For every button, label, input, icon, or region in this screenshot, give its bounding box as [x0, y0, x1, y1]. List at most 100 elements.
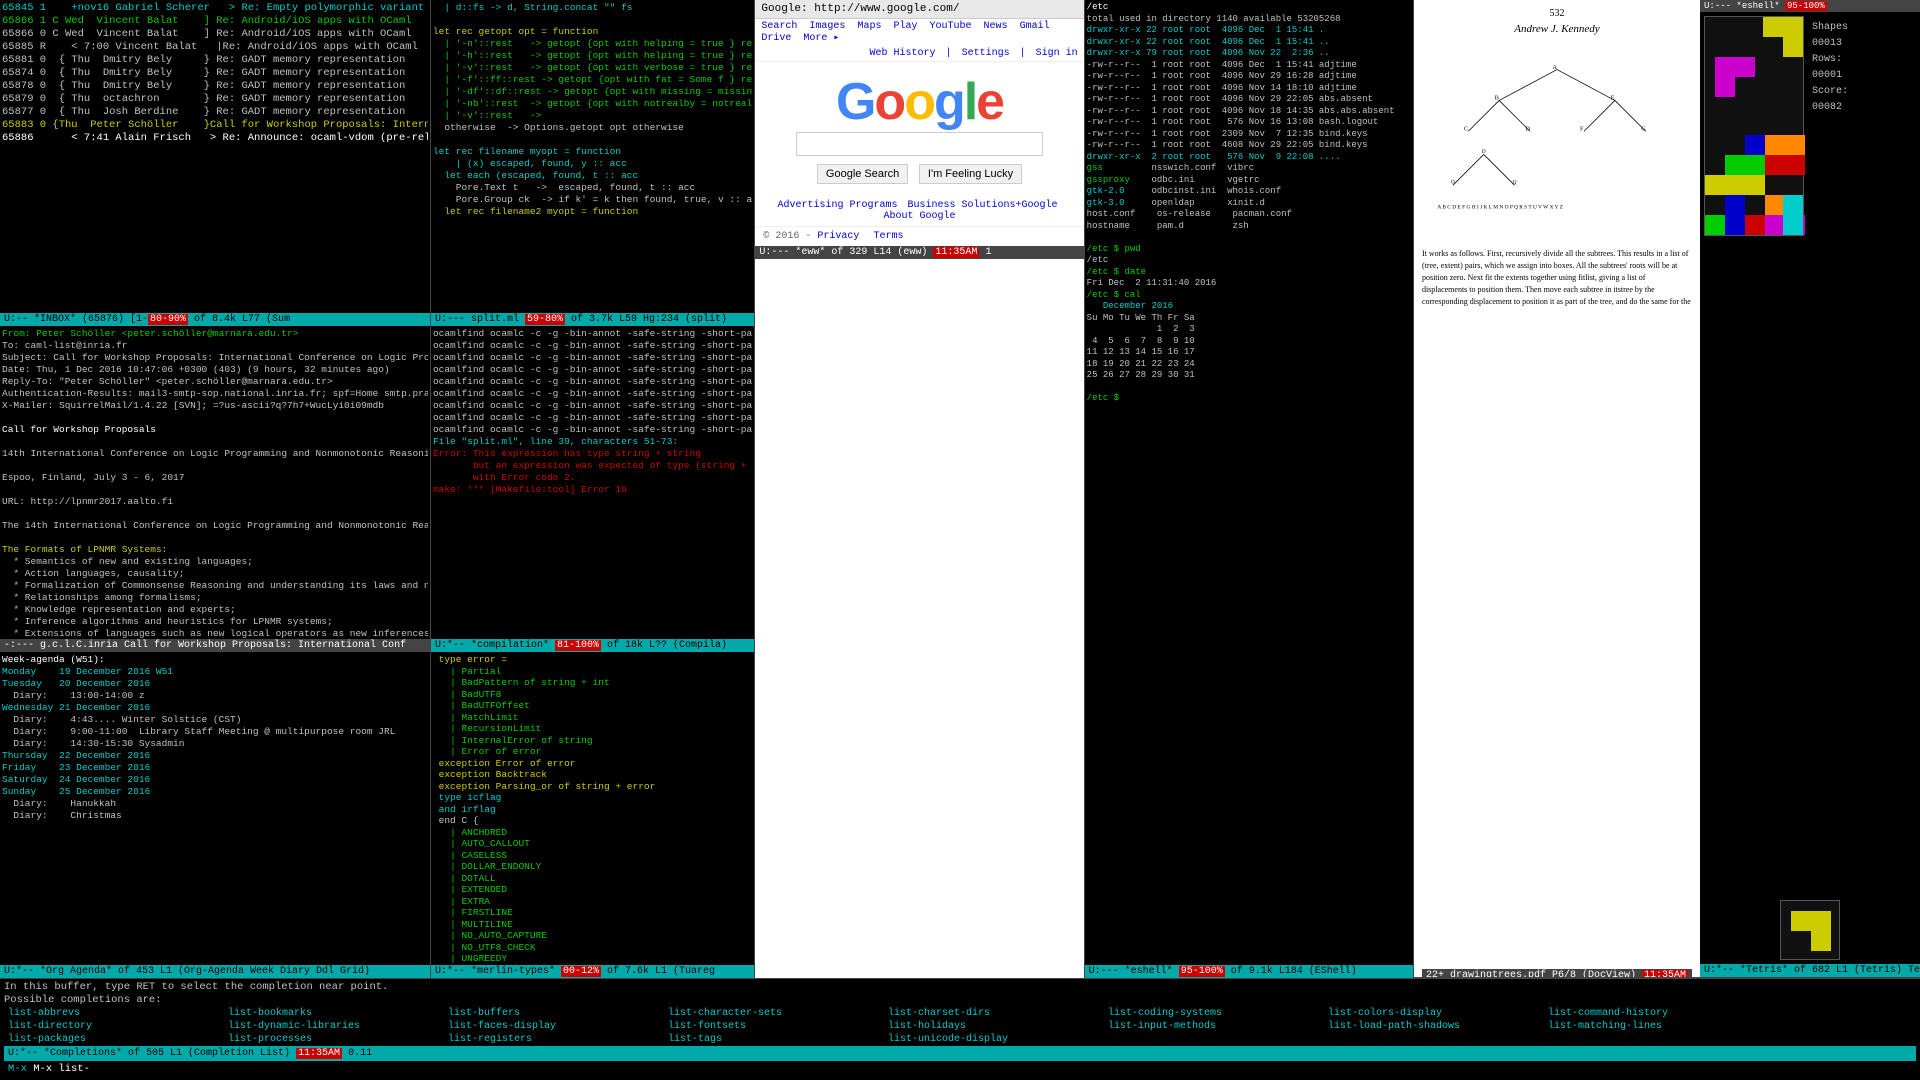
completion-list-command-history[interactable]: list-command-history: [1544, 1007, 1764, 1020]
google-nav-images[interactable]: Images: [809, 21, 845, 32]
google-nav-gmail[interactable]: Gmail: [1020, 21, 1050, 32]
completion-empty1: [1104, 1033, 1324, 1046]
google-nav-news[interactable]: News: [984, 21, 1008, 32]
completion-list-tags[interactable]: list-tags: [664, 1033, 884, 1046]
completion-list-unicode-display[interactable]: list-unicode-display: [884, 1033, 1104, 1046]
top-right: 532 Andrew J. Kennedy A B E C: [1414, 0, 1920, 978]
minibuffer: M-x M-x list-: [4, 1061, 1916, 1078]
completion-list-input-methods[interactable]: list-input-methods: [1104, 1020, 1324, 1033]
completion-list-abbrevs[interactable]: list-abbrevs: [4, 1007, 224, 1020]
panel-files: /etc total used in directory 1140 availa…: [1085, 0, 1414, 978]
tetris-rows-label: Rows:: [1812, 52, 1848, 68]
docview-time: 11:35AM: [1642, 970, 1688, 977]
tetris-top-status: U:--- *eshell* 95-100%: [1700, 0, 1920, 12]
email-status-text: U:-- *INBOX* (65876) [1-: [4, 314, 148, 325]
docview-status: 22+ drawingtrees.pdf P6/8 (DocView) 11:3…: [1422, 969, 1692, 977]
completion-list-holidays[interactable]: list-holidays: [884, 1020, 1104, 1033]
google-signin[interactable]: Sign in: [1036, 48, 1078, 59]
google-search-button[interactable]: Google Search: [817, 164, 908, 184]
tetris-block-7: [1745, 215, 1765, 235]
google-lucky-button[interactable]: I'm Feeling Lucky: [919, 164, 1022, 184]
completion-list-coding-systems[interactable]: list-coding-systems: [1104, 1007, 1324, 1020]
completion-list-faces-display[interactable]: list-faces-display: [444, 1020, 664, 1033]
tetris-block-6: [1725, 195, 1745, 235]
google-nav-drive[interactable]: Drive: [761, 33, 791, 44]
google-terms-link[interactable]: Terms: [873, 231, 903, 242]
google-nav-play[interactable]: Play: [893, 21, 917, 32]
tetris-block-12: [1725, 155, 1765, 175]
email-pct: 80-90%: [148, 314, 188, 325]
completion-list-fontsets[interactable]: list-fontsets: [664, 1020, 884, 1033]
bottom-area: In this buffer, type RET to select the c…: [0, 978, 1920, 1080]
completion-list-registers[interactable]: list-registers: [444, 1033, 664, 1046]
google-ad-links: Advertising Programs Business Solutions+…: [755, 196, 1083, 226]
completions-status-bar: U:*-- *Completions* of 505 L1 (Completio…: [4, 1046, 1916, 1061]
tetris-stats: Shapes 00013 Rows: 00001 Score: 00082: [1804, 16, 1856, 892]
svg-text:A B C D E F G H I J K L M N O: A B C D E F G H I J K L M N O P Q R S T …: [1437, 204, 1562, 210]
google-nav-more[interactable]: More ▸: [803, 33, 839, 44]
completion-empty3: [1544, 1033, 1764, 1046]
completion-list-load-path-shadows[interactable]: list-load-path-shadows: [1324, 1020, 1544, 1033]
compilation-content: ocamlfind ocamlc -c -g -bin-annot -safe-…: [431, 326, 754, 639]
panel-right: 532 Andrew J. Kennedy A B E C: [1414, 0, 1920, 978]
bottom-prompt-line: In this buffer, type RET to select the c…: [4, 981, 1916, 994]
types-content: type error = | Partial | BadPattern of s…: [431, 652, 754, 965]
completion-list-charset-dirs[interactable]: list-charset-dirs: [884, 1007, 1104, 1020]
tetris-next-piece: [1780, 900, 1840, 960]
email-list: 65845 1 +nov16 Gabriel Scherer > Re: Emp…: [2, 2, 428, 145]
logo-o1: o: [874, 73, 904, 131]
tetris-block-8: [1765, 195, 1785, 215]
completion-list-directory[interactable]: list-directory: [4, 1020, 224, 1033]
google-url: Google: http://www.google.com/: [761, 3, 959, 15]
types-text: type error = | Partial | BadPattern of s…: [433, 654, 752, 965]
completion-list-dynamic-libraries[interactable]: list-dynamic-libraries: [224, 1020, 444, 1033]
google-nav-maps[interactable]: Maps: [857, 21, 881, 32]
svg-text:B: B: [1495, 96, 1499, 102]
tetris-status: U:*-- *Tetris* of 682 L1 (Tetris) Text11…: [1700, 964, 1920, 977]
google-webhistory[interactable]: Web History: [870, 48, 936, 59]
completions-mode: 0.11: [342, 1048, 372, 1059]
google-year: © 2016 -: [763, 231, 817, 242]
google-nav-search[interactable]: Search: [761, 21, 797, 32]
google-search-input[interactable]: [796, 132, 1043, 156]
tetris-block-10: [1783, 195, 1803, 235]
completion-list-processes[interactable]: list-processes: [224, 1033, 444, 1046]
tetris-board: [1704, 16, 1804, 236]
completion-list-packages[interactable]: list-packages: [4, 1033, 224, 1046]
docview-status-text: 22+ drawingtrees.pdf P6/8 (DocView): [1426, 970, 1642, 977]
drawtrees-content: 532 Andrew J. Kennedy A B E C: [1422, 8, 1692, 969]
tetris-preview: [1700, 896, 1920, 964]
tetris-block-13: [1765, 155, 1805, 175]
minibuffer-input[interactable]: M-x list-: [33, 1063, 90, 1075]
google-business[interactable]: Business Solutions+Google: [908, 200, 1058, 211]
email-detail: From: Peter Schöller <peter.schöller@mar…: [2, 328, 428, 639]
next-piece-row2: [1811, 931, 1831, 951]
google-signin-area: Web History | Settings | Sign in: [755, 46, 1083, 62]
email-status-bar: U:-- *INBOX* (65876) [1-80-90% of 8.4k L…: [0, 313, 430, 326]
google-about[interactable]: About Google: [884, 211, 956, 222]
split-status-end: of 3.7k L59 Hg:234 (split): [565, 314, 727, 325]
split-status: U:--- split.ml 59-80% of 3.7k L59 Hg:234…: [431, 313, 754, 326]
google-settings[interactable]: Settings: [962, 48, 1010, 59]
completion-list-colors-display[interactable]: list-colors-display: [1324, 1007, 1544, 1020]
types-status: U:*-- *merlin-types* 00-12% of 7.6k L1 (…: [431, 965, 754, 978]
completion-list-character-sets[interactable]: list-character-sets: [664, 1007, 884, 1020]
google-logo: Google: [765, 72, 1073, 132]
completion-list-buffers[interactable]: list-buffers: [444, 1007, 664, 1020]
google-nav-youtube[interactable]: YouTube: [930, 21, 972, 32]
panel-google: Google: http://www.google.com/ Search Im…: [755, 0, 1084, 978]
logo-e: e: [976, 73, 1003, 131]
tetris-block-3: [1715, 57, 1735, 97]
completion-list-matching-lines[interactable]: list-matching-lines: [1544, 1020, 1764, 1033]
google-privacy-link[interactable]: Privacy: [817, 231, 859, 242]
tetris-block-5: [1705, 215, 1725, 235]
google-ad-programs[interactable]: Advertising Programs: [777, 200, 897, 211]
svg-text:Q: Q: [1513, 180, 1517, 186]
google-nav-links[interactable]: Search Images Maps Play YouTube News Gma…: [755, 19, 1083, 46]
completion-list-bookmarks[interactable]: list-bookmarks: [224, 1007, 444, 1020]
files-content: /etc total used in directory 1140 availa…: [1085, 0, 1413, 965]
google-logo-area: Google Google Search I'm Feeling Lucky: [755, 62, 1083, 196]
next-piece-row1: [1791, 911, 1831, 931]
separator2: |: [1020, 48, 1026, 59]
drawtrees-author: Andrew J. Kennedy: [1422, 23, 1692, 35]
